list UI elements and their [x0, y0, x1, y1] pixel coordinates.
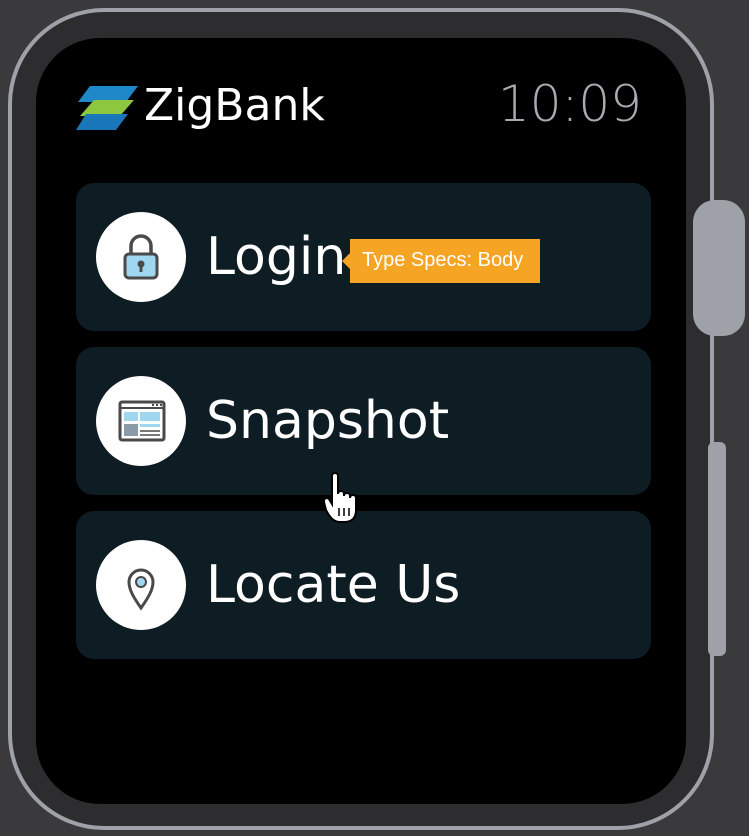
app-name: ZigBank [144, 80, 325, 131]
menu-item-locate-us[interactable]: Locate Us [76, 511, 651, 659]
hand-cursor-icon [322, 472, 357, 523]
menu-label-snapshot: Snapshot [206, 391, 450, 451]
menu-label-login: Login [206, 227, 347, 287]
digital-crown[interactable] [693, 200, 745, 336]
dashboard-icon [118, 400, 166, 442]
locate-icon-circle [96, 540, 186, 630]
menu-label-locate-us: Locate Us [206, 555, 461, 615]
login-icon-circle [96, 212, 186, 302]
watch-screen: ZigBank 10:09 Login Snapshot Locate Us T… [36, 38, 686, 804]
lock-icon [123, 234, 159, 280]
side-button[interactable] [708, 442, 726, 656]
clock: 10:09 [497, 75, 642, 133]
snapshot-icon-circle [96, 376, 186, 466]
menu-item-snapshot[interactable]: Snapshot [76, 347, 651, 495]
status-bar: ZigBank 10:09 [36, 38, 686, 158]
type-specs-tooltip: Type Specs: Body [342, 239, 540, 283]
zigbank-logo-icon [76, 86, 138, 130]
location-pin-icon [127, 568, 155, 611]
